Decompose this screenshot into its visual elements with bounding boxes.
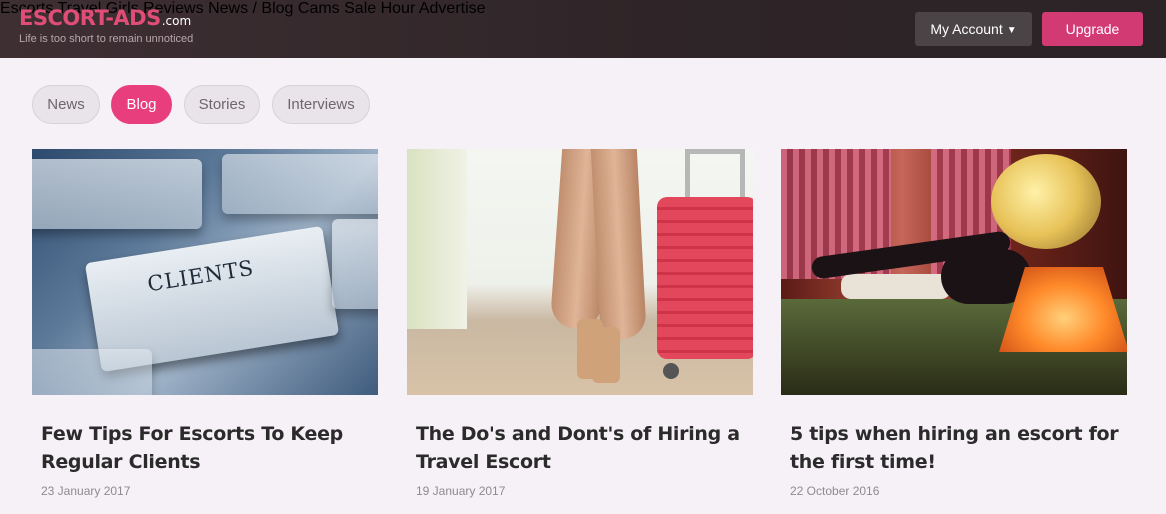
filter-news[interactable]: News	[32, 85, 100, 124]
logo-text: ESCORT-ADS	[19, 6, 161, 30]
pillow	[841, 274, 951, 299]
article-image-keyboard[interactable]: CLIENTS	[32, 149, 378, 395]
nav-sale-hour[interactable]: Sale Hour	[344, 0, 415, 17]
article-image-travel[interactable]	[407, 149, 753, 395]
filter-stories-label: Stories	[198, 96, 246, 113]
article-date: 23 January 2017	[41, 484, 131, 498]
keyboard-key	[32, 159, 202, 229]
filter-stories[interactable]: Stories	[184, 85, 260, 124]
filter-interviews-label: Interviews	[287, 96, 355, 113]
site-header: ESCORT-ADS.com Life is too short to rema…	[0, 0, 1166, 58]
filter-news-label: News	[47, 96, 85, 113]
upgrade-button[interactable]: Upgrade	[1042, 12, 1143, 46]
keyboard-key	[332, 219, 378, 309]
article-title[interactable]: Few Tips For Escorts To Keep Regular Cli…	[32, 420, 378, 476]
upgrade-label: Upgrade	[1065, 21, 1120, 37]
article-card[interactable]: The Do's and Dont's of Hiring a Travel E…	[407, 149, 753, 498]
nav-advertise[interactable]: Advertise	[419, 0, 486, 17]
article-title[interactable]: The Do's and Dont's of Hiring a Travel E…	[407, 420, 753, 476]
article-date: 22 October 2016	[790, 484, 880, 498]
suitcase-handle	[685, 149, 745, 201]
keyboard-key	[222, 154, 378, 214]
keyboard-key	[32, 349, 152, 395]
suitcase	[657, 197, 753, 359]
filter-interviews[interactable]: Interviews	[272, 85, 370, 124]
article-date: 19 January 2017	[416, 484, 506, 498]
background-column	[407, 149, 467, 329]
figure-hair	[991, 154, 1101, 249]
chevron-down-icon: ▼	[1006, 24, 1017, 36]
logo-suffix: .com	[161, 14, 192, 28]
article-card[interactable]: CLIENTS Few Tips For Escorts To Keep Reg…	[32, 149, 378, 498]
nav-cams[interactable]: Cams	[298, 0, 340, 17]
filter-blog-label: Blog	[126, 96, 157, 113]
article-card[interactable]: 5 tips when hiring an escort for the fir…	[781, 149, 1127, 498]
shoe-right	[592, 327, 620, 383]
my-account-label: My Account	[930, 21, 1003, 37]
logo-wordmark: ESCORT-ADS.com	[19, 6, 191, 30]
filter-blog[interactable]: Blog	[111, 85, 172, 124]
article-image-room[interactable]	[781, 149, 1127, 395]
my-account-button[interactable]: My Account ▼	[915, 12, 1032, 46]
logo-tagline: Life is too short to remain unnoticed	[19, 33, 194, 45]
article-title[interactable]: 5 tips when hiring an escort for the fir…	[781, 420, 1127, 476]
suitcase-wheel	[663, 363, 679, 379]
site-logo[interactable]: ESCORT-ADS.com Life is too short to rema…	[19, 6, 249, 50]
